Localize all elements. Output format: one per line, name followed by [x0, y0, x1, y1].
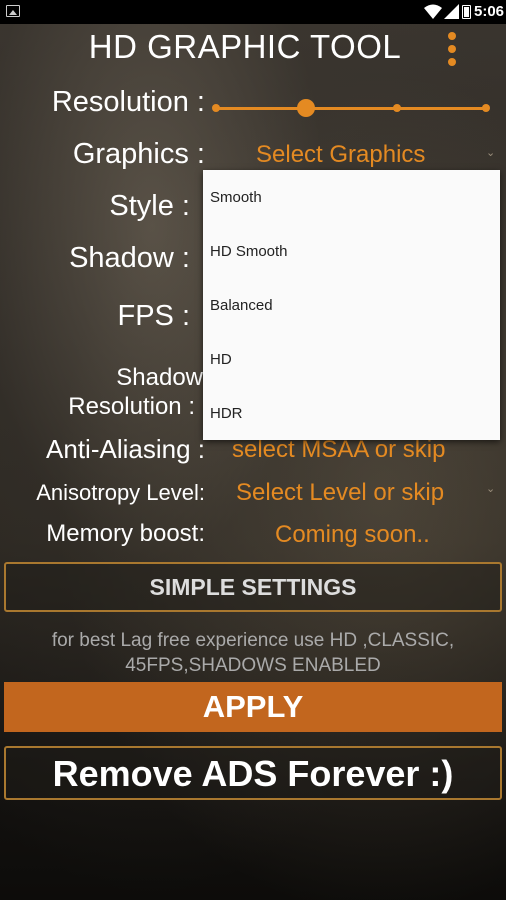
signal-icon	[444, 4, 459, 19]
hint-line-1: for best Lag free experience use HD ,CLA…	[51, 630, 455, 651]
dropdown-option-hdr[interactable]: HDR	[210, 405, 243, 422]
shadow-label: Shadow :	[69, 242, 190, 274]
overflow-menu-icon[interactable]	[445, 32, 459, 68]
dropdown-option-hd-smooth[interactable]: HD Smooth	[210, 243, 288, 260]
resolution-slider-thumb[interactable]	[297, 99, 315, 117]
app-title: HD GRAPHIC TOOL	[88, 28, 402, 65]
shadow-resolution-label-line2: Resolution :	[68, 393, 195, 420]
resolution-label: Resolution :	[51, 86, 205, 118]
hint-line-2: 45FPS,SHADOWS ENABLED	[125, 655, 381, 676]
memory-boost-value: Coming soon..	[275, 521, 430, 548]
resolution-slider-tick	[482, 104, 490, 112]
anisotropy-select[interactable]: Select Level or skip	[236, 479, 444, 507]
graphics-select[interactable]: Select Graphics	[256, 141, 425, 169]
dropdown-option-smooth[interactable]: Smooth	[210, 189, 262, 206]
status-time: 5:06	[474, 3, 505, 20]
resolution-slider-tick	[212, 104, 220, 112]
remove-ads-button[interactable]: Remove ADS Forever :)	[4, 746, 502, 800]
anisotropy-label: Anisotropy Level:	[36, 480, 205, 505]
chevron-down-icon: ⌄	[486, 483, 496, 495]
simple-settings-button[interactable]: SIMPLE SETTINGS	[4, 562, 502, 612]
fps-label: FPS :	[117, 300, 190, 332]
image-icon	[6, 5, 20, 17]
dropdown-option-balanced[interactable]: Balanced	[210, 297, 273, 314]
graphics-label: Graphics :	[72, 138, 205, 170]
resolution-slider-track[interactable]	[216, 107, 486, 110]
shadow-resolution-label-line1: Shadow	[116, 364, 203, 391]
dropdown-option-hd[interactable]: HD	[210, 351, 232, 368]
chevron-down-icon: ⌄	[486, 147, 496, 159]
style-label: Style :	[109, 190, 190, 222]
resolution-slider-tick	[393, 104, 401, 112]
anti-aliasing-label: Anti-Aliasing :	[46, 434, 205, 464]
battery-icon	[462, 5, 471, 19]
wifi-icon	[424, 4, 442, 19]
anti-aliasing-select[interactable]: select MSAA or skip	[232, 436, 445, 464]
graphics-dropdown-menu: Smooth HD Smooth Balanced HD HDR	[203, 170, 500, 440]
apply-button[interactable]: APPLY	[4, 682, 502, 732]
hint-text: for best Lag free experience use HD ,CLA…	[0, 628, 506, 678]
memory-boost-label: Memory boost:	[46, 520, 205, 547]
